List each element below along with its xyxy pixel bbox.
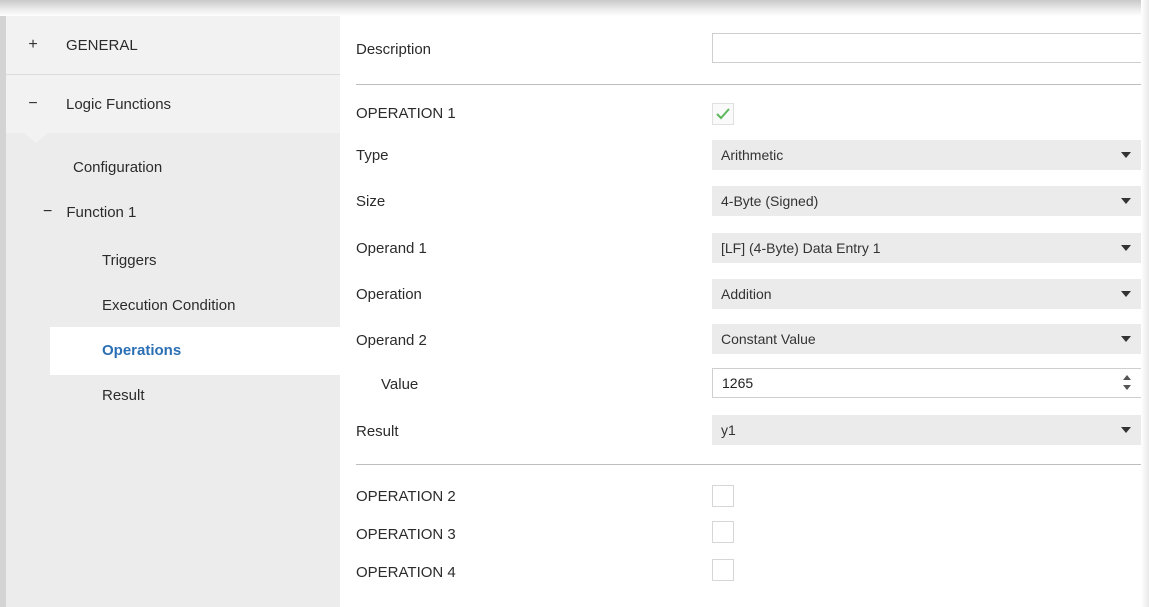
operation-1-label: OPERATION 1 [356, 105, 456, 122]
collapse-icon: − [28, 95, 38, 112]
sidebar: + GENERAL − Logic Functions Configuratio… [6, 16, 340, 607]
checkmark-icon [716, 108, 730, 120]
right-shadow [1141, 0, 1149, 607]
operand-2-select[interactable]: Constant Value [712, 324, 1143, 354]
sidebar-item-label: Logic Functions [66, 95, 172, 113]
operation-label: Operation [356, 286, 422, 303]
sidebar-item-label: Result [102, 387, 145, 404]
chevron-down-icon [1121, 336, 1131, 342]
type-label: Type [356, 147, 389, 164]
chevron-down-icon [1121, 291, 1131, 297]
sidebar-item-logic-functions[interactable]: − Logic Functions [6, 75, 340, 133]
operand-1-select-value: [LF] (4-Byte) Data Entry 1 [721, 240, 881, 256]
size-label: Size [356, 193, 386, 210]
sidebar-item-result[interactable]: Result [102, 387, 145, 404]
operation-1-checkbox[interactable] [712, 103, 734, 125]
operation-4-label: OPERATION 4 [356, 564, 456, 581]
description-input[interactable] [712, 33, 1143, 63]
result-select-value: y1 [721, 422, 736, 438]
sidebar-item-label: GENERAL [66, 36, 138, 54]
sidebar-item-label: Triggers [102, 252, 157, 269]
sidebar-item-label: Configuration [73, 159, 163, 176]
value-spinbox[interactable]: 1265 [712, 368, 1143, 398]
spin-up-icon[interactable] [1123, 375, 1131, 380]
sidebar-item-operations[interactable] [50, 327, 340, 375]
value-spinbox-value: 1265 [722, 375, 754, 391]
result-label: Result [356, 423, 399, 440]
operand-1-select[interactable]: [LF] (4-Byte) Data Entry 1 [712, 233, 1143, 263]
description-label: Description [356, 41, 432, 58]
operation-2-checkbox[interactable] [712, 485, 734, 507]
result-select[interactable]: y1 [712, 415, 1143, 445]
chevron-down-icon [1121, 198, 1131, 204]
operation-2-label: OPERATION 2 [356, 488, 456, 505]
chevron-down-icon [1121, 245, 1131, 251]
sidebar-item-general[interactable]: + GENERAL [6, 16, 340, 75]
spin-down-icon[interactable] [1123, 385, 1131, 390]
operation-4-checkbox[interactable] [712, 559, 734, 581]
operation-3-label: OPERATION 3 [356, 526, 456, 543]
chevron-down-icon [1121, 152, 1131, 158]
operand-2-label: Operand 2 [356, 332, 427, 349]
top-shadow [0, 0, 1149, 16]
operation-select-value: Addition [721, 286, 772, 302]
collapse-icon: − [43, 203, 53, 220]
window: + GENERAL − Logic Functions Configuratio… [0, 0, 1149, 607]
divider [356, 84, 1144, 85]
operation-3-checkbox[interactable] [712, 521, 734, 543]
sidebar-item-label: Function 1 [66, 203, 137, 221]
sidebar-item-execution-condition[interactable]: Execution Condition [102, 297, 235, 314]
operation-select[interactable]: Addition [712, 279, 1143, 309]
sidebar-item-configuration[interactable]: Configuration [73, 159, 162, 176]
chevron-down-icon [1121, 427, 1131, 433]
operand-2-select-value: Constant Value [721, 331, 816, 347]
expand-icon: + [28, 36, 38, 53]
sidebar-item-label: Execution Condition [102, 297, 236, 314]
sidebar-item-function-1[interactable]: − Function 1 [43, 203, 136, 221]
tree-notch [24, 133, 48, 143]
operand-1-label: Operand 1 [356, 240, 427, 257]
size-select-value: 4-Byte (Signed) [721, 193, 819, 209]
type-select[interactable]: Arithmetic [712, 140, 1143, 170]
divider [356, 464, 1144, 465]
value-label: Value [381, 376, 419, 393]
type-select-value: Arithmetic [721, 147, 784, 163]
sidebar-item-triggers[interactable]: Triggers [102, 252, 156, 269]
sidebar-item-operations-label: Operations [102, 342, 182, 359]
size-select[interactable]: 4-Byte (Signed) [712, 186, 1143, 216]
